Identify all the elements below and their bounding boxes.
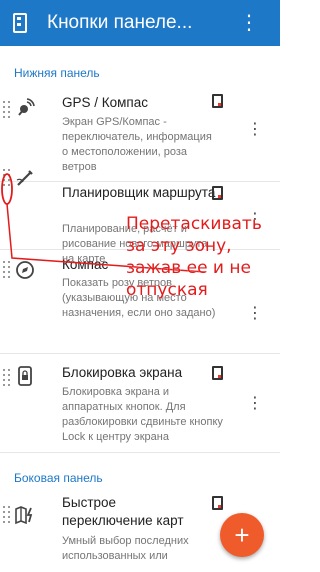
satellite-icon [15, 98, 35, 118]
add-button[interactable]: + [220, 513, 264, 557]
page-title: Кнопки панеле... [47, 12, 193, 33]
lock-phone-icon [15, 366, 35, 386]
item-menu-icon[interactable]: ⋮ [247, 306, 263, 322]
overflow-menu-icon[interactable]: ⋮ [239, 13, 259, 33]
bottom-panel-badge-icon [212, 186, 223, 200]
item-description: Умный выбор последних использованных или [62, 535, 189, 562]
item-title: GPS / Компас [62, 95, 148, 110]
item-title: Блокировка экрана [62, 365, 183, 380]
item-menu-icon[interactable]: ⋮ [247, 122, 263, 138]
item-title: Быстрое переключение карт [62, 495, 184, 528]
drag-handle-icon[interactable] [3, 506, 11, 524]
bottom-panel-badge-icon [212, 366, 223, 380]
list-item[interactable]: Блокировка экрана Блокировка экрана и ап… [0, 354, 280, 453]
map-switch-icon [15, 505, 35, 525]
drag-handle-icon[interactable] [3, 261, 11, 279]
item-title: Планировщик маршрута [62, 185, 216, 200]
list-item[interactable]: GPS / Компас Экран GPS/Компас - переключ… [0, 86, 280, 182]
compass-icon [15, 260, 35, 280]
drag-handle-icon[interactable] [3, 169, 11, 187]
section-header-bottom: Нижняя панель [14, 66, 100, 80]
app-bar: Кнопки панеле... ⋮ [0, 0, 280, 46]
item-description: Блокировка экрана и аппаратных кнопок. Д… [62, 386, 223, 443]
item-title: Компас [62, 257, 109, 272]
panel-buttons-icon [13, 13, 27, 33]
annotation-text: Перетаскивать за эту зону, зажав ее и не… [126, 214, 262, 300]
side-panel-badge-icon [212, 496, 223, 510]
bottom-panel-badge-icon [212, 94, 223, 108]
route-pen-icon [15, 168, 35, 188]
item-description: Экран GPS/Компас - переключатель, информ… [62, 116, 212, 173]
drag-handle-icon[interactable] [3, 369, 11, 387]
drag-handle-icon[interactable] [3, 101, 11, 119]
item-menu-icon[interactable]: ⋮ [247, 396, 263, 412]
section-header-side: Боковая панель [14, 471, 103, 485]
